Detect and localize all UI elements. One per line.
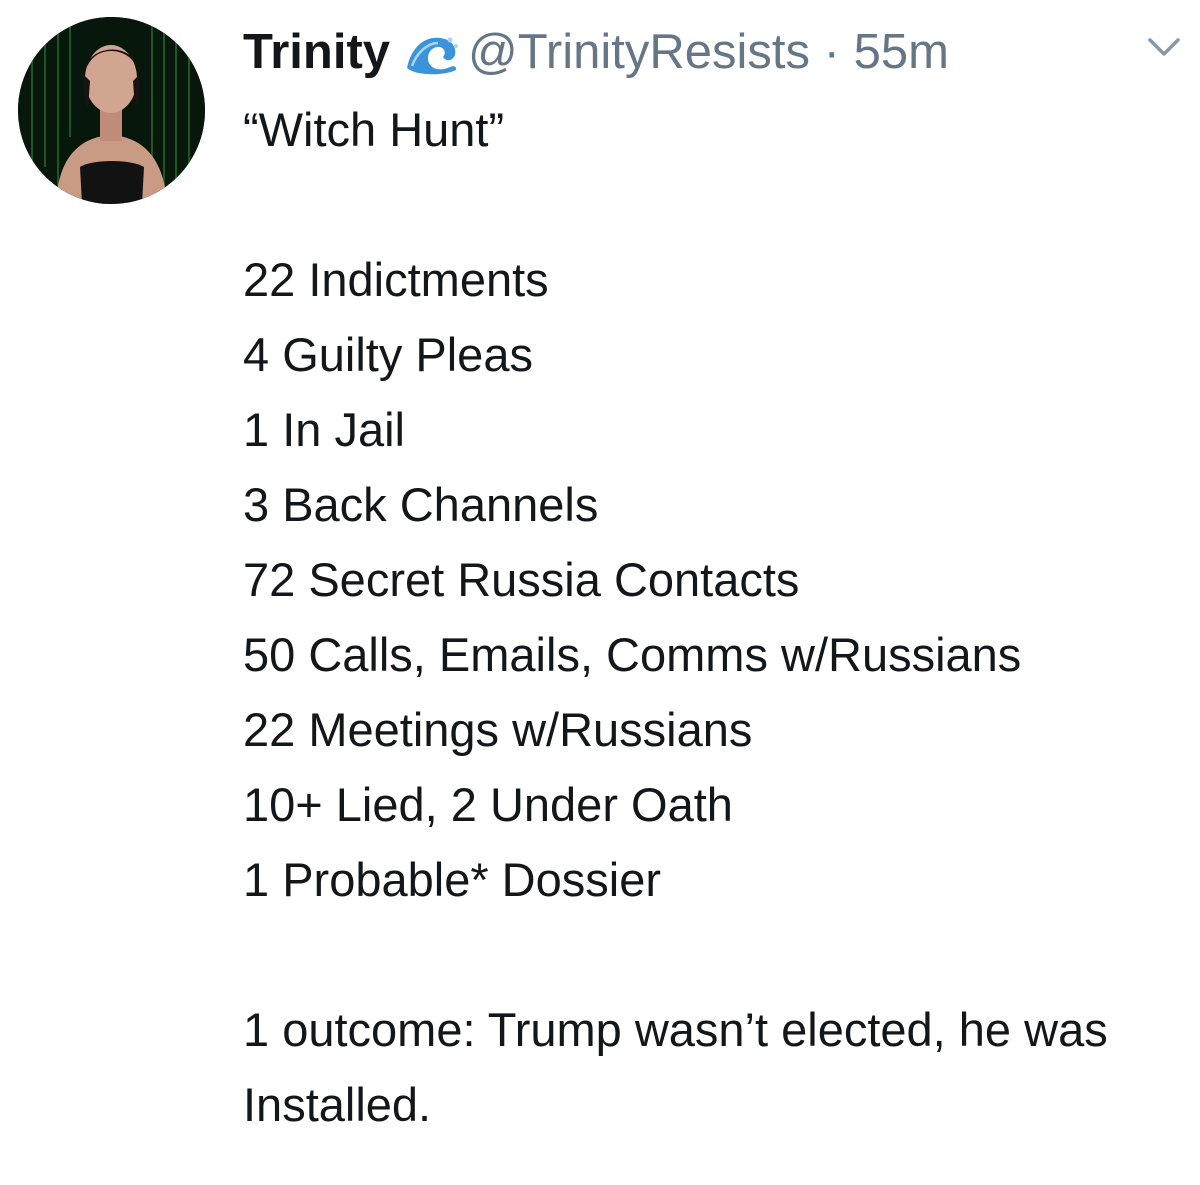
avatar[interactable] bbox=[18, 17, 205, 204]
avatar-image bbox=[18, 17, 205, 204]
tweet-text: “Witch Hunt” 22 Indictments 4 Guilty Ple… bbox=[243, 92, 1183, 1142]
tweet-line: 4 Guilty Pleas bbox=[243, 328, 533, 381]
tweet-line: 1 Probable* Dossier bbox=[243, 853, 661, 906]
tweet-timestamp[interactable]: 55m bbox=[854, 25, 949, 79]
tweet-line: 3 Back Channels bbox=[243, 478, 599, 531]
display-name[interactable]: Trinity bbox=[243, 25, 390, 79]
tweet-line: 10+ Lied, 2 Under Oath bbox=[243, 778, 733, 831]
tweet-line: 1 In Jail bbox=[243, 403, 405, 456]
tweet-line: 50 Calls, Emails, Comms w/Russians bbox=[243, 628, 1022, 681]
user-handle[interactable]: @TrinityResists bbox=[468, 25, 810, 79]
line-spacer bbox=[243, 917, 1183, 992]
line-spacer bbox=[243, 167, 1183, 242]
tweet-line-title: “Witch Hunt” bbox=[243, 103, 505, 156]
water-wave-emoji bbox=[404, 29, 460, 75]
tweet-line: 72 Secret Russia Contacts bbox=[243, 553, 800, 606]
tweet-line: 22 Indictments bbox=[243, 253, 549, 306]
tweet-header: Trinity @TrinityResists · 55m bbox=[243, 18, 1063, 80]
tweet: Trinity @TrinityResists · 55m “Witch Hun… bbox=[0, 0, 1200, 1185]
separator-dot: · bbox=[823, 25, 840, 80]
tweet-line-outcome: 1 outcome: Trump wasn’t elected, he was … bbox=[243, 1003, 1108, 1131]
chevron-down-icon[interactable] bbox=[1146, 35, 1182, 59]
tweet-line: 22 Meetings w/Russians bbox=[243, 703, 753, 756]
